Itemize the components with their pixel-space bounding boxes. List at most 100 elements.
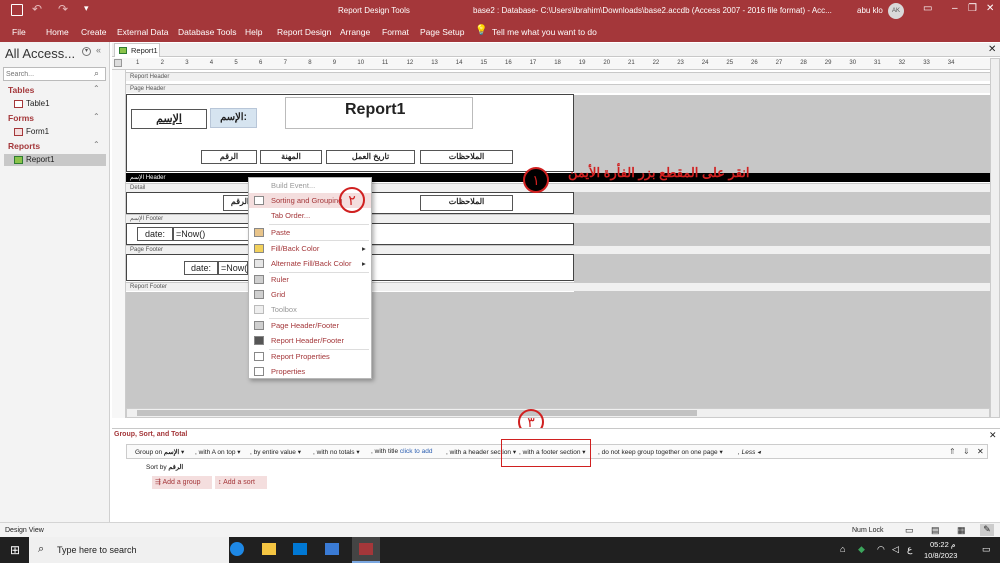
select-report-box[interactable] bbox=[114, 59, 122, 67]
notification-icon[interactable]: ▭ bbox=[982, 544, 991, 555]
header-work-date[interactable]: تاريخ العمل bbox=[326, 150, 415, 164]
taskbar-search-box[interactable]: ⌕ Type here to search bbox=[29, 537, 229, 563]
table-icon bbox=[14, 100, 23, 108]
access-taskbar-button[interactable] bbox=[352, 537, 380, 563]
mail-icon[interactable] bbox=[293, 543, 307, 555]
page-header-area[interactable]: Report1 الإسم: الإسم الملاحظات تاريخ الع… bbox=[126, 94, 574, 172]
security-icon[interactable]: ◆ bbox=[858, 544, 865, 555]
menu-item-paste[interactable]: Paste bbox=[249, 225, 371, 240]
menu-item-ruler[interactable]: Ruler bbox=[249, 272, 371, 287]
now-field[interactable]: =Now() bbox=[173, 227, 251, 241]
undo-icon[interactable]: ↶ bbox=[32, 2, 42, 16]
quick-access-customize-icon[interactable]: ▾ bbox=[84, 3, 89, 14]
clock-time[interactable]: 05:22 م bbox=[930, 540, 956, 549]
ribbon-display-icon[interactable]: ▭ bbox=[923, 3, 932, 14]
move-down-icon[interactable]: ⇓ bbox=[963, 447, 970, 456]
report-view-icon[interactable]: ▭ bbox=[905, 525, 914, 536]
minimize-icon[interactable]: – bbox=[952, 3, 958, 14]
tab-page-setup[interactable]: Page Setup bbox=[420, 27, 464, 37]
layout-view-icon[interactable]: ▦ bbox=[957, 525, 966, 536]
design-view-icon[interactable]: ✎ bbox=[980, 524, 994, 536]
photos-icon[interactable] bbox=[325, 543, 339, 555]
vertical-scrollbar[interactable] bbox=[990, 58, 1000, 418]
nav-item-form1[interactable]: Form1 bbox=[4, 126, 106, 138]
volume-icon[interactable]: ◁ bbox=[892, 544, 899, 555]
scrollbar-thumb[interactable] bbox=[137, 410, 697, 416]
ruler-number: 7 bbox=[283, 60, 287, 66]
report-design-surface[interactable]: 1 2 3 4 5 6 7 8 9 10 11 12 13 14 15 16 17 18 19 20 21 22 23 24 2… bbox=[112, 58, 990, 418]
detail-notes-field[interactable]: الملاحظات bbox=[420, 195, 513, 211]
user-name[interactable]: abu klo bbox=[857, 6, 883, 15]
header-number[interactable]: الرقم bbox=[201, 150, 257, 164]
opt-totals[interactable]: , with no totals ▾ bbox=[313, 448, 360, 456]
add-group-button[interactable]: ⇶ Add a group bbox=[152, 476, 212, 489]
menu-item-grid[interactable]: Grid bbox=[249, 287, 371, 302]
menu-item-report-header-footer[interactable]: Report Header/Footer bbox=[249, 333, 371, 348]
language-indicator[interactable]: ع bbox=[907, 544, 912, 555]
avatar[interactable]: AK bbox=[888, 3, 904, 19]
nav-item-table1[interactable]: Table1 bbox=[4, 98, 106, 110]
name-label[interactable]: الإسم: bbox=[210, 108, 257, 128]
print-preview-icon[interactable]: ▤ bbox=[931, 525, 940, 536]
clock-date[interactable]: 10/8/2023 bbox=[924, 551, 957, 560]
document-tab-report1[interactable]: Report1 bbox=[114, 43, 160, 57]
close-pane-icon[interactable]: ✕ bbox=[989, 430, 997, 441]
section-bar-report-header[interactable]: Report Header bbox=[126, 72, 990, 81]
tab-report-design[interactable]: Report Design bbox=[277, 27, 331, 37]
move-up-icon[interactable]: ⇑ bbox=[949, 447, 956, 456]
sort-row[interactable]: Sort by الرقم bbox=[146, 463, 183, 471]
tell-me-box[interactable]: Tell me what you want to do bbox=[492, 27, 597, 37]
file-explorer-icon[interactable] bbox=[262, 543, 276, 555]
wifi-icon[interactable]: ◠ bbox=[877, 544, 885, 555]
chevron-up-icon[interactable]: ⌃ bbox=[93, 84, 100, 93]
date-label[interactable]: date: bbox=[137, 227, 173, 241]
chevron-down-icon[interactable]: ▾ bbox=[82, 47, 91, 56]
edge-icon[interactable] bbox=[230, 542, 244, 556]
tab-arrange[interactable]: Arrange bbox=[340, 27, 370, 37]
report-title[interactable]: Report1 bbox=[345, 101, 405, 119]
name-field[interactable]: الإسم bbox=[131, 109, 207, 129]
menu-item-report-properties[interactable]: Report Properties bbox=[249, 349, 371, 364]
menu-item-fill-back-color[interactable]: Fill/Back Color ▸ bbox=[249, 241, 371, 256]
save-icon[interactable] bbox=[11, 4, 23, 16]
opt-keep-together[interactable]: , do not keep group together on one page… bbox=[598, 448, 723, 456]
nav-title[interactable]: All Access... bbox=[5, 46, 75, 61]
header-notes[interactable]: الملاحظات bbox=[420, 150, 513, 164]
redo-icon[interactable]: ↷ bbox=[58, 2, 68, 16]
opt-value[interactable]: , by entire value ▾ bbox=[250, 448, 301, 456]
tab-external-data[interactable]: External Data bbox=[117, 27, 169, 37]
menu-item-page-header-footer[interactable]: Page Header/Footer bbox=[249, 318, 371, 333]
menu-item-properties[interactable]: Properties bbox=[249, 364, 371, 379]
header-profession[interactable]: المهنة bbox=[260, 150, 322, 164]
ruler-number: 17 bbox=[529, 60, 537, 66]
nav-group-forms[interactable]: Forms bbox=[8, 113, 34, 123]
tab-create[interactable]: Create bbox=[81, 27, 107, 37]
less-toggle[interactable]: , Less ◂ bbox=[738, 448, 760, 456]
add-sort-button[interactable]: ↕ Add a sort bbox=[215, 476, 267, 489]
date-label[interactable]: date: bbox=[184, 261, 218, 275]
opt-title[interactable]: , with title click to add bbox=[371, 448, 432, 455]
chevron-up-icon[interactable]: ⌃ bbox=[93, 112, 100, 121]
nav-item-report1[interactable]: Report1 bbox=[4, 154, 106, 166]
close-document-icon[interactable]: ✕ bbox=[988, 44, 996, 55]
tab-home[interactable]: Home bbox=[46, 27, 69, 37]
chevron-up-icon[interactable]: ⌃ bbox=[93, 140, 100, 149]
nav-group-tables[interactable]: Tables bbox=[8, 85, 34, 95]
maximize-icon[interactable]: ❐ bbox=[968, 3, 977, 14]
tab-format[interactable]: Format bbox=[382, 27, 409, 37]
nav-group-reports[interactable]: Reports bbox=[8, 141, 40, 151]
close-icon[interactable]: ✕ bbox=[986, 3, 994, 14]
nav-search-input[interactable] bbox=[3, 67, 106, 81]
delete-group-icon[interactable]: ✕ bbox=[977, 447, 984, 456]
windows-start-icon[interactable]: ⊞ bbox=[10, 543, 20, 557]
tab-help[interactable]: Help bbox=[245, 27, 262, 37]
tab-file[interactable]: File bbox=[12, 27, 26, 37]
now-field[interactable]: =Now() bbox=[218, 261, 248, 275]
menu-item-alternate-fill[interactable]: Alternate Fill/Back Color ▸ bbox=[249, 256, 371, 271]
tab-database-tools[interactable]: Database Tools bbox=[178, 27, 236, 37]
section-bar-page-header[interactable]: Page Header bbox=[126, 84, 990, 93]
network-icon[interactable]: ⌂ bbox=[840, 544, 845, 554]
opt-order[interactable]: , with A on top ▾ bbox=[195, 448, 241, 456]
horizontal-scrollbar[interactable] bbox=[126, 408, 990, 418]
collapse-pane-icon[interactable]: « bbox=[96, 45, 101, 55]
